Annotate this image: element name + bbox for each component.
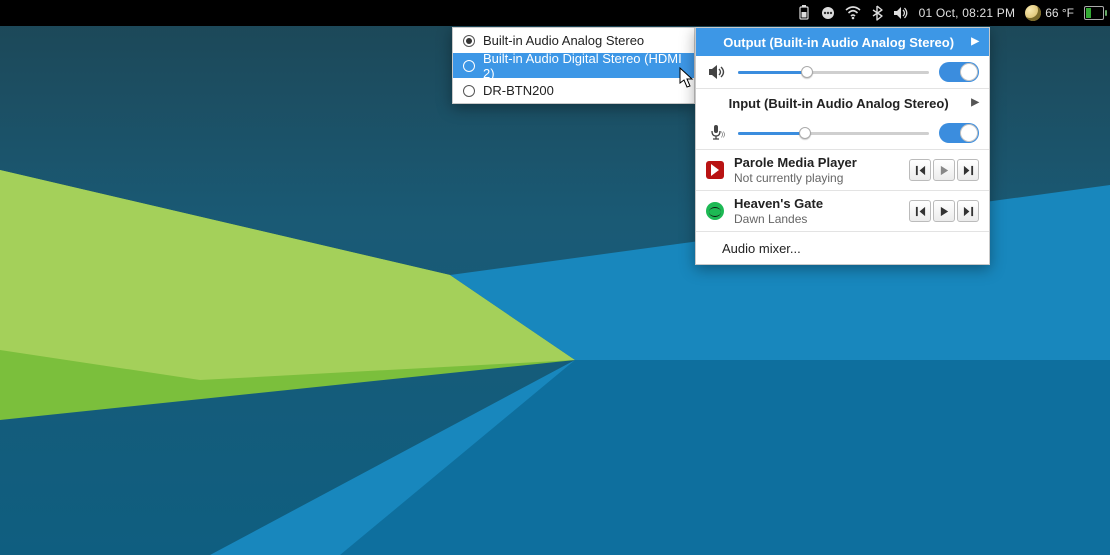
input-header-label: Input (Built-in Audio Analog Stereo) bbox=[706, 96, 971, 111]
track-info: Heaven's GateDawn Landes bbox=[734, 196, 899, 226]
speaker-icon bbox=[706, 64, 728, 80]
temperature-label: 66 °F bbox=[1045, 6, 1074, 20]
track-info: Parole Media PlayerNot currently playing bbox=[734, 155, 899, 185]
device-label: DR-BTN200 bbox=[483, 83, 554, 98]
top-panel: 01 Oct, 08:21 PM 66 °F bbox=[0, 0, 1110, 26]
output-toggle[interactable] bbox=[939, 62, 979, 82]
chevron-right-icon: ▶ bbox=[971, 98, 979, 108]
input-volume-slider[interactable] bbox=[738, 126, 929, 140]
device-label: Built-in Audio Analog Stereo bbox=[483, 33, 644, 48]
output-volume-slider[interactable] bbox=[738, 65, 929, 79]
chevron-right-icon: ▶ bbox=[971, 37, 979, 47]
output-device-submenu: Built-in Audio Analog Stereo Built-in Aud… bbox=[452, 27, 695, 104]
wifi-icon[interactable] bbox=[845, 6, 861, 20]
audio-mixer-label: Audio mixer... bbox=[722, 241, 801, 256]
spotify-icon bbox=[706, 202, 724, 220]
input-toggle[interactable] bbox=[939, 123, 979, 143]
output-header[interactable]: Output (Built-in Audio Analog Stereo) ▶ bbox=[696, 28, 989, 56]
battery-icon[interactable] bbox=[797, 5, 811, 21]
prev-button[interactable] bbox=[909, 200, 931, 222]
track-title: Heaven's Gate bbox=[734, 196, 899, 212]
svg-text:)): )) bbox=[721, 132, 725, 138]
input-volume-row: )) bbox=[696, 117, 989, 149]
clock[interactable]: 01 Oct, 08:21 PM bbox=[919, 6, 1016, 20]
next-button[interactable] bbox=[957, 159, 979, 181]
prev-button[interactable] bbox=[909, 159, 931, 181]
microphone-icon: )) bbox=[706, 124, 728, 142]
media-player-row: Heaven's GateDawn Landes bbox=[696, 191, 989, 231]
device-label: Built-in Audio Digital Stereo (HDMI 2) bbox=[483, 51, 684, 81]
radio-icon bbox=[463, 60, 475, 72]
audio-menu: Output (Built-in Audio Analog Stereo) ▶ … bbox=[695, 27, 990, 265]
playback-controls bbox=[909, 200, 979, 222]
next-button[interactable] bbox=[957, 200, 979, 222]
volume-icon[interactable] bbox=[893, 6, 909, 20]
track-title: Parole Media Player bbox=[734, 155, 899, 171]
track-subtitle: Not currently playing bbox=[734, 171, 899, 185]
weather-icon bbox=[1025, 5, 1041, 21]
device-option[interactable]: DR-BTN200 bbox=[453, 78, 694, 103]
bluetooth-icon[interactable] bbox=[871, 5, 883, 21]
audio-mixer-link[interactable]: Audio mixer... bbox=[696, 232, 989, 264]
media-player-row: Parole Media PlayerNot currently playing bbox=[696, 150, 989, 190]
desktop: 01 Oct, 08:21 PM 66 °F Built-in Audio An… bbox=[0, 0, 1110, 555]
play-button[interactable] bbox=[933, 159, 955, 181]
weather-widget[interactable]: 66 °F bbox=[1025, 5, 1074, 21]
track-subtitle: Dawn Landes bbox=[734, 212, 899, 226]
output-volume-row bbox=[696, 56, 989, 88]
menu-dots-icon[interactable] bbox=[821, 6, 835, 20]
input-header[interactable]: Input (Built-in Audio Analog Stereo) ▶ bbox=[696, 89, 989, 117]
output-header-label: Output (Built-in Audio Analog Stereo) bbox=[706, 35, 971, 50]
battery-end-icon[interactable] bbox=[1084, 6, 1104, 20]
device-option[interactable]: Built-in Audio Digital Stereo (HDMI 2) bbox=[453, 53, 694, 78]
radio-icon bbox=[463, 85, 475, 97]
device-option[interactable]: Built-in Audio Analog Stereo bbox=[453, 28, 694, 53]
play-button[interactable] bbox=[933, 200, 955, 222]
playback-controls bbox=[909, 159, 979, 181]
parole-icon bbox=[706, 161, 724, 179]
radio-icon bbox=[463, 35, 475, 47]
